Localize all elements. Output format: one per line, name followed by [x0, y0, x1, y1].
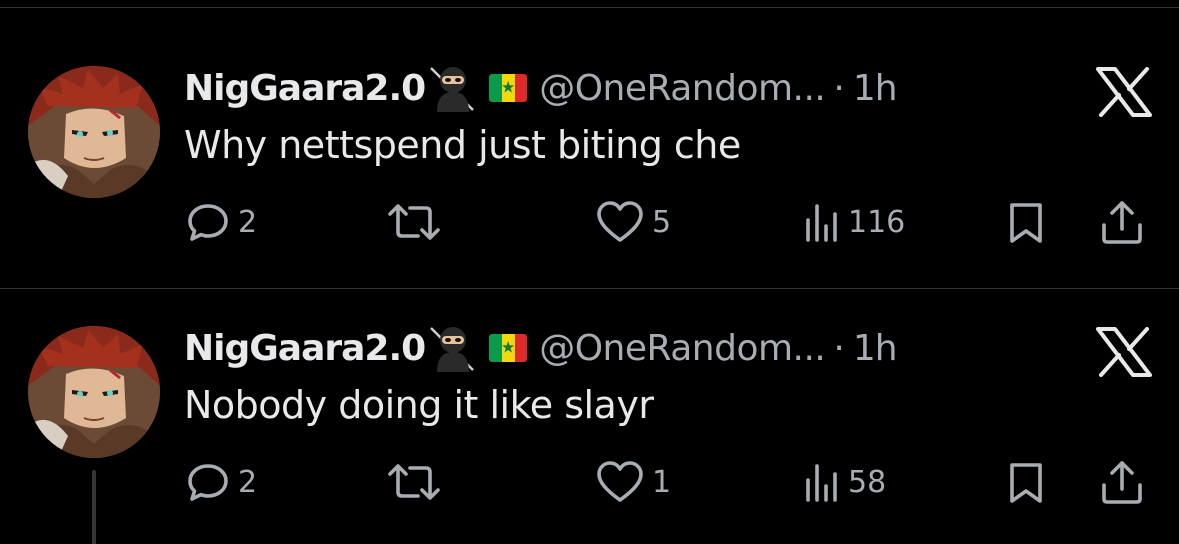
views-icon	[806, 464, 837, 502]
tweet-divider	[0, 288, 1179, 289]
views-button[interactable]: 58	[804, 462, 886, 502]
retweet-button[interactable]	[386, 202, 450, 242]
separator-dot: ·	[833, 327, 845, 369]
top-divider	[0, 7, 1179, 8]
reply-button[interactable]: 2	[186, 460, 257, 504]
like-count: 1	[652, 464, 672, 500]
share-icon	[1102, 461, 1142, 504]
timestamp[interactable]: 1h	[853, 68, 898, 109]
like-count: 5	[652, 204, 672, 240]
senegal-flag-icon: ★	[489, 74, 528, 102]
senegal-flag-icon: ★	[489, 334, 528, 362]
like-button[interactable]: 5	[596, 200, 671, 244]
bookmark-button[interactable]	[1006, 461, 1046, 505]
tweet-header: NigGaara2.0 ★ @OneRandom... · 1h	[184, 322, 898, 374]
like-button[interactable]: 1	[596, 460, 671, 504]
reply-button[interactable]: 2	[186, 200, 257, 244]
reply-icon	[188, 464, 228, 501]
ninja-icon	[427, 62, 479, 114]
reply-count: 2	[238, 464, 258, 500]
tweet-actions: 2 1 58	[0, 458, 1179, 508]
share-button[interactable]	[1100, 199, 1144, 245]
views-button[interactable]: 116	[804, 202, 905, 242]
user-handle[interactable]: @OneRandom...	[539, 328, 826, 369]
retweet-button[interactable]	[386, 462, 450, 502]
reply-count: 2	[238, 204, 258, 240]
x-logo-icon[interactable]	[1095, 327, 1153, 377]
bookmark-icon	[1010, 463, 1042, 503]
tweet[interactable]: NigGaara2.0 ★ @OneRandom... · 1h Nobody …	[0, 290, 1179, 544]
display-name[interactable]: NigGaara2.0	[184, 68, 426, 109]
tweet[interactable]: NigGaara2.0 ★ @OneRandom... · 1h Why net…	[0, 10, 1179, 270]
like-icon	[597, 201, 643, 242]
user-handle[interactable]: @OneRandom...	[539, 68, 826, 109]
retweet-icon	[388, 204, 440, 240]
views-icon	[806, 204, 837, 242]
like-icon	[597, 461, 643, 502]
share-button[interactable]	[1100, 459, 1144, 505]
view-count: 116	[848, 204, 906, 240]
tweet-actions: 2 5 116	[0, 198, 1179, 248]
display-name[interactable]: NigGaara2.0	[184, 328, 426, 369]
view-count: 58	[848, 464, 887, 500]
separator-dot: ·	[833, 67, 845, 109]
reply-icon	[188, 204, 228, 241]
avatar[interactable]	[28, 66, 160, 198]
bookmark-button[interactable]	[1006, 201, 1046, 245]
timestamp[interactable]: 1h	[853, 328, 898, 369]
bookmark-icon	[1010, 203, 1042, 243]
retweet-icon	[388, 464, 440, 500]
tweet-text: Why nettspend just biting che	[184, 123, 741, 167]
avatar[interactable]	[28, 326, 160, 458]
x-logo-icon[interactable]	[1095, 67, 1153, 117]
tweet-text: Nobody doing it like slayr	[184, 383, 654, 427]
share-icon	[1102, 201, 1142, 244]
tweet-header: NigGaara2.0 ★ @OneRandom... · 1h	[184, 62, 898, 114]
ninja-icon	[427, 322, 479, 374]
